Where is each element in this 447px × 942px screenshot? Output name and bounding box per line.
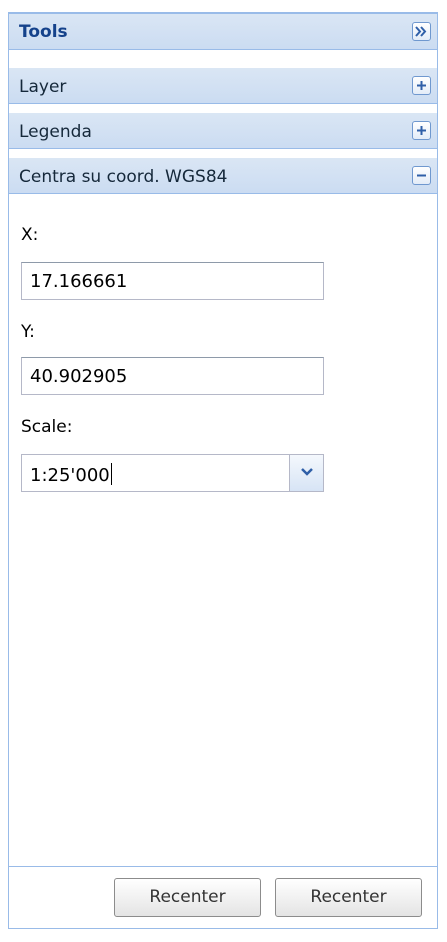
minus-icon: [417, 174, 426, 177]
double-chevron-right-icon: [415, 26, 427, 37]
section-header-legenda[interactable]: Legenda: [9, 113, 437, 149]
tools-panel: Tools Layer Legenda Centra su coord. WGS…: [8, 14, 438, 929]
recenter-button[interactable]: Recenter: [114, 878, 261, 917]
section-label-layer: Layer: [19, 77, 67, 97]
section-header-layer[interactable]: Layer: [9, 68, 437, 104]
y-input[interactable]: [21, 357, 324, 395]
chevron-down-icon: [300, 468, 313, 476]
x-label: X:: [21, 225, 39, 245]
y-label: Y:: [21, 322, 35, 342]
section-header-centra[interactable]: Centra su coord. WGS84: [9, 158, 437, 194]
recenter-button-2[interactable]: Recenter: [275, 878, 422, 917]
centra-section-body: X: Y: Scale: 1:25'000: [9, 214, 437, 866]
panel-title: Tools: [19, 22, 68, 42]
section-label-centra: Centra su coord. WGS84: [19, 167, 228, 187]
collapse-centra-button[interactable]: [412, 166, 431, 185]
plus-icon: [417, 126, 426, 135]
x-input[interactable]: [21, 262, 324, 300]
plus-icon: [417, 81, 426, 90]
panel-footer: Recenter Recenter: [9, 866, 437, 928]
section-label-legenda: Legenda: [19, 122, 92, 142]
text-caret: [110, 463, 112, 485]
expand-layer-button[interactable]: [412, 76, 431, 95]
scale-combobox[interactable]: 1:25'000: [21, 454, 324, 492]
panel-header: Tools: [9, 14, 437, 50]
scale-label: Scale:: [21, 417, 73, 437]
scale-dropdown-trigger[interactable]: [289, 455, 323, 491]
expand-legenda-button[interactable]: [412, 121, 431, 140]
scale-value: 1:25'000: [30, 465, 110, 486]
collapse-panel-button[interactable]: [412, 22, 431, 41]
